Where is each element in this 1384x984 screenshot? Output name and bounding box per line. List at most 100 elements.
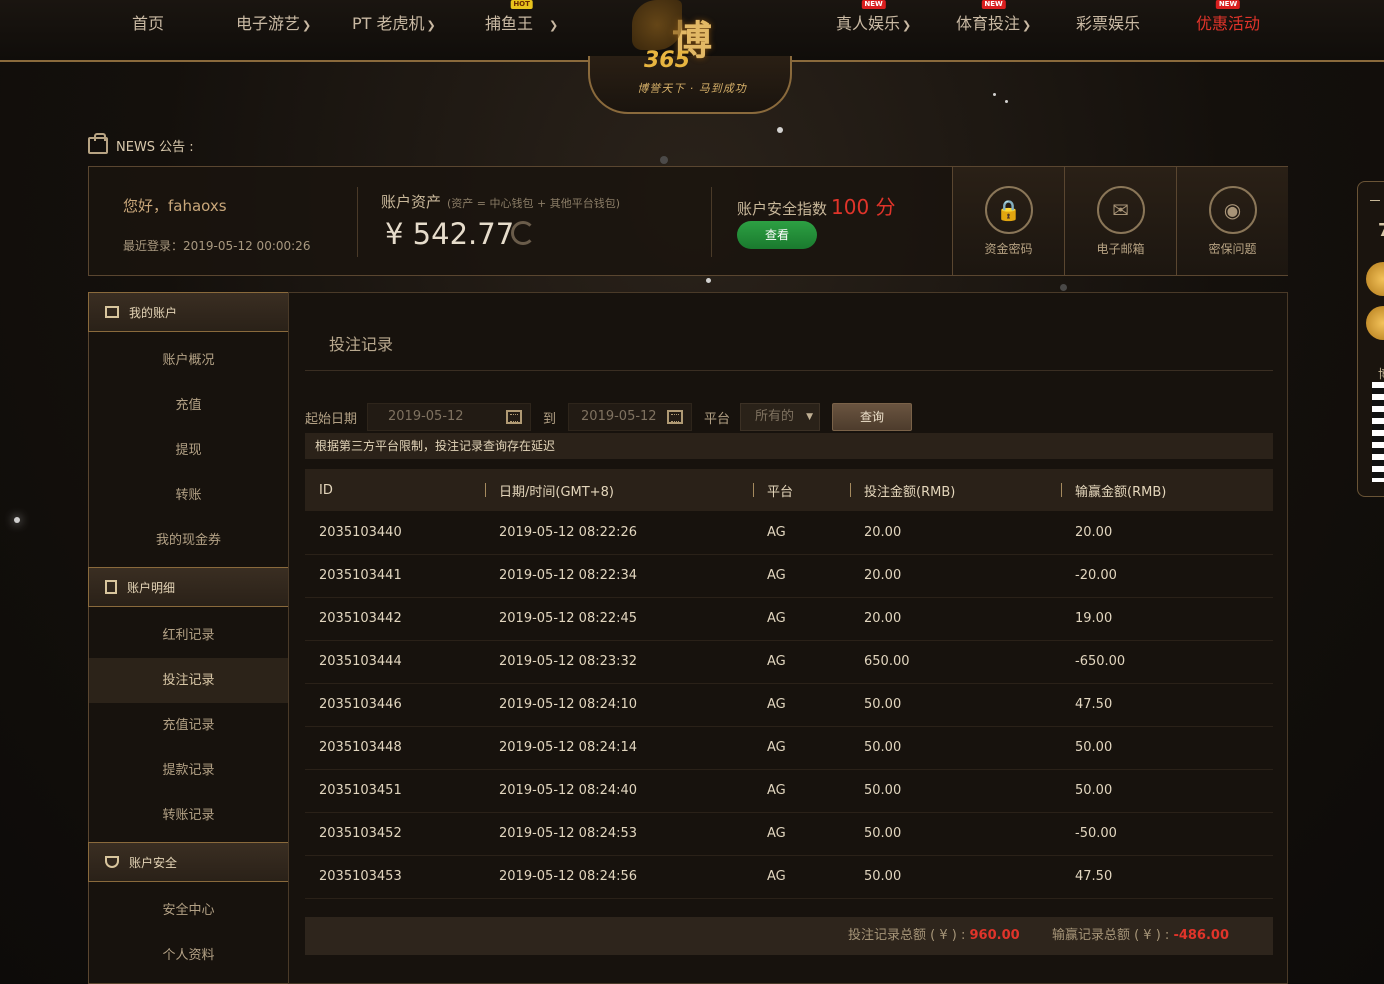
cell-datetime: 2019-05-12 08:22:34 [499,568,638,583]
cell-win-loss: -650.00 [1075,654,1126,669]
check-button[interactable]: 查看 [737,221,817,249]
sidebar-item-transfer-records[interactable]: 转账记录 [89,793,288,838]
cell-id: 2035103444 [319,654,402,669]
cell-bet-amount: 50.00 [864,826,902,841]
cell-id: 2035103448 [319,740,402,755]
nav-electronic-games[interactable]: 电子游艺 ❯ [236,10,311,34]
filter-bar: 起始日期 2019-05-12 到 2019-05-12 平台 所有的 ▼ 查询 [305,403,913,431]
sidebar-group-items: 安全中心 个人资料 [89,881,288,983]
sidebar-item-bet-records[interactable]: 投注记录 [89,658,288,703]
sidebar-item-vouchers[interactable]: 我的现金券 [89,518,288,563]
dropdown-arrow-icon: ▼ [806,412,814,422]
floating-side-panel[interactable]: 7 博 [1357,181,1384,497]
divider [357,187,358,257]
sidebar-item-overview[interactable]: 账户概况 [89,338,288,383]
sidebar-item-security-center[interactable]: 安全中心 [89,888,288,933]
qr-code-icon [1372,382,1384,482]
column-header-label: 日期/时间(GMT+8) [499,484,614,500]
sidebar-group-items: 账户概况 充值 提现 转账 我的现金券 [89,331,288,568]
security-question-button[interactable]: ◉ 密保问题 [1176,167,1288,275]
star-decoration [993,93,996,96]
sidebar-item-transfer[interactable]: 转账 [89,473,288,518]
news-bar: NEWS 公告 : [88,133,194,155]
mail-icon: ✉ [1096,186,1145,234]
cell-bet-amount: 20.00 [864,568,902,583]
asset-title-text: 账户资产 [381,193,442,211]
coin-icon[interactable] [1366,306,1384,340]
sidebar-group-account-details[interactable]: 账户明细 [88,567,289,607]
sidebar-item-deposit[interactable]: 充值 [89,383,288,428]
bet-total-label: 投注记录总额 ( ¥ ) : [848,928,966,943]
cell-id: 2035103446 [319,697,402,712]
divider [1370,200,1380,201]
cell-win-loss: 47.50 [1075,869,1113,884]
cell-bet-amount: 50.00 [864,783,902,798]
logo-slogan: 博誉天下 · 马到成功 [637,82,747,95]
table-row: 2035103451 2019-05-12 08:24:40 AG 50.00 50.0… [305,769,1273,812]
end-date-input[interactable]: 2019-05-12 [568,403,693,431]
nav-label: PT 老虎机 [352,14,425,33]
star-decoration [660,156,668,164]
cell-id: 2035103440 [319,524,402,540]
sidebar-group-account-security[interactable]: 账户安全 [88,842,289,882]
calendar-icon[interactable] [506,410,523,424]
cell-win-loss: -20.00 [1075,568,1117,583]
sidebar-item-deposit-records[interactable]: 充值记录 [89,703,288,748]
asset-note: (资产 = 中心钱包 + 其他平台钱包) [447,197,621,210]
email-button[interactable]: ✉ 电子邮箱 [1064,167,1176,275]
refresh-icon[interactable] [511,221,535,245]
nav-home[interactable]: 首页 [132,10,164,34]
sidebar-group-my-account[interactable]: 我的账户 [88,292,289,332]
nav-label: 优惠活动 [1196,14,1261,33]
nav-label: 真人娱乐 [836,14,901,33]
cell-datetime: 2019-05-12 08:24:10 [499,697,638,712]
sidebar-item-bonus-records[interactable]: 红利记录 [89,613,288,658]
fund-password-button[interactable]: 🔒 资金密码 [952,167,1064,275]
new-badge: NEW [861,0,886,9]
sidebar-item-withdraw-records[interactable]: 提款记录 [89,748,288,793]
cell-bet-amount: 20.00 [864,524,902,540]
sidebar: 我的账户 账户概况 充值 提现 转账 我的现金券 账户明细 红利记录 投注记录 … [88,292,289,984]
cell-id: 2035103441 [319,568,402,583]
site-logo[interactable]: 博 365 博誉天下 · 马到成功 [622,0,762,104]
calendar-icon[interactable] [667,410,684,424]
sidebar-item-withdraw[interactable]: 提现 [89,428,288,473]
platform-select[interactable]: 所有的 ▼ [740,403,821,431]
nav-label: 体育投注 [956,14,1021,33]
column-header-win-loss: 输赢金额(RMB) [1061,469,1273,511]
cell-datetime: 2019-05-12 08:24:56 [499,869,638,884]
hot-badge: HOT [510,0,533,9]
end-date-value: 2019-05-12 [581,409,657,424]
announcement-icon [88,133,108,154]
nav-fishing[interactable]: HOT 捕鱼王 ❯ [485,0,558,34]
nav-lottery[interactable]: 彩票娱乐 [1076,10,1140,34]
query-button[interactable]: 查询 [832,403,913,431]
new-badge: NEW [981,0,1006,9]
cell-id: 2035103442 [319,611,402,626]
start-date-input[interactable]: 2019-05-12 [367,403,532,431]
winloss-total-value: -486.00 [1173,928,1229,943]
news-label: NEWS 公告 : [116,140,194,155]
table-row: 2035103442 2019-05-12 08:22:45 AG 20.00 19.0… [305,597,1273,640]
column-header-label: ID [319,482,333,498]
nav-promotions[interactable]: NEW 优惠活动 [1196,0,1261,34]
start-date-label: 起始日期 [305,411,358,427]
column-header-label: 投注金额(RMB) [864,484,956,500]
start-date-value: 2019-05-12 [388,409,464,424]
column-header-id: ID [305,469,485,511]
sidebar-item-profile[interactable]: 个人资料 [89,933,288,978]
coin-icon[interactable] [1366,262,1384,296]
cell-win-loss: 50.00 [1075,740,1113,755]
cell-datetime: 2019-05-12 08:23:32 [499,654,638,669]
nav-pt-slots[interactable]: PT 老虎机 ❯ [352,10,436,34]
cell-platform: AG [767,826,786,841]
nav-live-casino[interactable]: NEW 真人娱乐 ❯ [836,0,911,34]
column-header-platform: 平台 [753,469,850,511]
greeting: 您好，fahaoxs [123,197,227,215]
new-badge: NEW [1215,0,1241,9]
cell-win-loss: 19.00 [1075,611,1113,626]
account-info-panel: 您好，fahaoxs 最近登录：2019-05-12 00:00:26 账户资产… [88,166,1288,276]
nav-sports[interactable]: NEW 体育投注 ❯ [956,0,1031,34]
cell-bet-amount: 650.00 [864,654,910,669]
chevron-down-icon: ❯ [302,19,312,32]
